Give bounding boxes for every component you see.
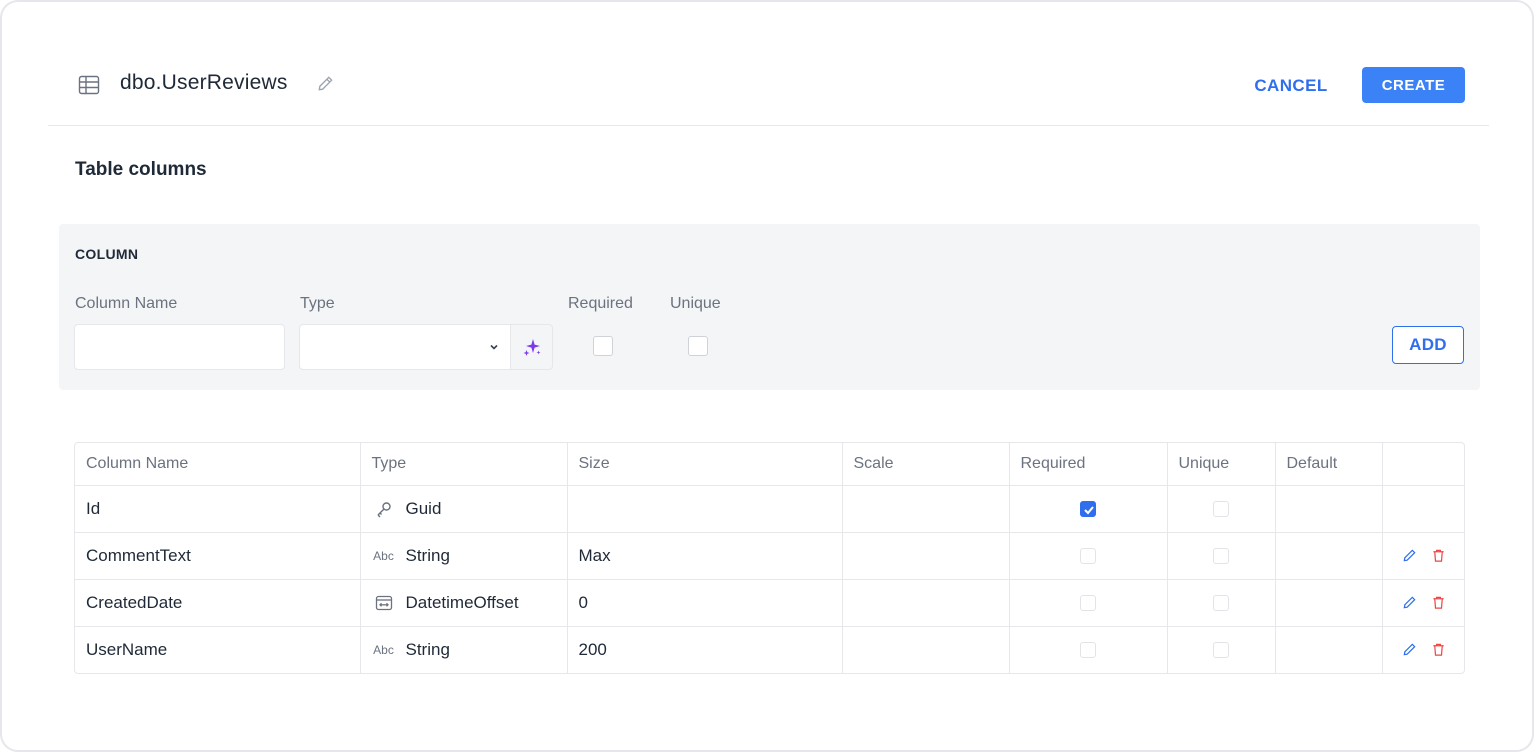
required-checkbox[interactable] xyxy=(1080,642,1096,659)
column-form-heading: COLUMN xyxy=(75,246,139,262)
unique-label: Unique xyxy=(670,295,721,312)
cell-actions xyxy=(1382,579,1464,627)
header-unique: Unique xyxy=(1167,443,1276,486)
edit-icon[interactable] xyxy=(1402,642,1417,657)
cell-size: Max xyxy=(567,532,843,580)
cell-required xyxy=(1009,485,1168,533)
table-row: CreatedDate DatetimeOffset 0 xyxy=(75,579,1464,627)
table-icon xyxy=(78,75,100,95)
page-title: dbo.UserReviews xyxy=(120,71,288,94)
header-size: Size xyxy=(567,443,843,486)
cell-default xyxy=(1275,532,1383,580)
cell-column-name: Id xyxy=(75,485,361,533)
cell-unique xyxy=(1167,532,1276,580)
column-name-label: Column Name xyxy=(75,295,178,312)
abc-icon: Abc xyxy=(373,642,394,657)
header-actions xyxy=(1382,443,1464,486)
cell-default xyxy=(1275,626,1383,673)
cell-unique xyxy=(1167,485,1276,533)
edit-icon[interactable] xyxy=(1402,595,1417,610)
cell-required xyxy=(1009,626,1168,673)
cell-type: Abc String xyxy=(360,532,568,580)
cell-column-name: CommentText xyxy=(75,532,361,580)
cell-size: 0 xyxy=(567,579,843,627)
type-select[interactable] xyxy=(299,324,510,370)
cell-unique xyxy=(1167,626,1276,673)
table-row: CommentText Abc String Max xyxy=(75,532,1464,580)
cell-column-name: CreatedDate xyxy=(75,579,361,627)
cell-size xyxy=(567,485,843,533)
chevron-down-icon xyxy=(490,344,498,350)
columns-table: Column Name Type Size Scale Required Uni… xyxy=(74,442,1465,674)
required-checkbox[interactable] xyxy=(593,336,613,356)
required-checkbox[interactable] xyxy=(1080,548,1096,565)
unique-checkbox[interactable] xyxy=(688,336,708,356)
type-value: String xyxy=(405,639,450,659)
header-default: Default xyxy=(1275,443,1383,486)
cell-scale xyxy=(842,626,1010,673)
cell-scale xyxy=(842,532,1010,580)
header-scale: Scale xyxy=(842,443,1010,486)
abc-icon: Abc xyxy=(373,548,394,563)
key-icon xyxy=(372,500,396,518)
unique-checkbox[interactable] xyxy=(1213,595,1229,612)
cell-actions xyxy=(1382,485,1464,533)
column-form-panel: COLUMN Column Name Type Required Unique … xyxy=(59,224,1480,390)
dialog-card: dbo.UserReviews CANCEL CREATE Table colu… xyxy=(0,0,1534,752)
cell-scale xyxy=(842,579,1010,627)
type-value: Guid xyxy=(405,498,442,518)
edit-icon[interactable] xyxy=(1402,548,1417,563)
cell-required xyxy=(1009,532,1168,580)
delete-icon[interactable] xyxy=(1431,595,1446,610)
section-title: Table columns xyxy=(75,159,207,180)
cell-default xyxy=(1275,579,1383,627)
cell-size: 200 xyxy=(567,626,843,673)
unique-checkbox[interactable] xyxy=(1213,548,1229,565)
cell-scale xyxy=(842,485,1010,533)
table-row: UserName Abc String 200 xyxy=(75,626,1464,673)
datetime-icon xyxy=(372,594,396,612)
header-column-name: Column Name xyxy=(75,443,361,486)
delete-icon[interactable] xyxy=(1431,642,1446,657)
required-checkbox-checked[interactable] xyxy=(1080,501,1096,518)
delete-icon[interactable] xyxy=(1431,548,1446,563)
header-required: Required xyxy=(1009,443,1168,486)
ai-suggest-button[interactable] xyxy=(510,324,553,370)
cell-type: Abc String xyxy=(360,626,568,673)
cell-type: Guid xyxy=(360,485,568,533)
cell-unique xyxy=(1167,579,1276,627)
unique-checkbox[interactable] xyxy=(1213,501,1229,518)
cell-required xyxy=(1009,579,1168,627)
sparkle-icon xyxy=(523,339,541,356)
cell-actions xyxy=(1382,626,1464,673)
required-checkbox[interactable] xyxy=(1080,595,1096,612)
cell-column-name: UserName xyxy=(75,626,361,673)
dialog-header: dbo.UserReviews CANCEL CREATE xyxy=(48,58,1489,126)
cell-default xyxy=(1275,485,1383,533)
table-row: Id Guid xyxy=(75,485,1464,533)
required-label: Required xyxy=(568,295,633,312)
cancel-button[interactable]: CANCEL xyxy=(1241,68,1341,104)
table-header-row: Column Name Type Size Scale Required Uni… xyxy=(75,443,1464,486)
add-column-button[interactable]: ADD xyxy=(1392,326,1464,364)
cell-type: DatetimeOffset xyxy=(360,579,568,627)
create-button[interactable]: CREATE xyxy=(1362,67,1465,103)
header-type: Type xyxy=(360,443,568,486)
pencil-icon[interactable] xyxy=(316,74,335,93)
unique-checkbox[interactable] xyxy=(1213,642,1229,659)
cell-actions xyxy=(1382,532,1464,580)
type-value: DatetimeOffset xyxy=(405,592,519,612)
column-name-input[interactable] xyxy=(74,324,285,370)
type-value: String xyxy=(405,545,450,565)
type-label: Type xyxy=(300,295,335,312)
